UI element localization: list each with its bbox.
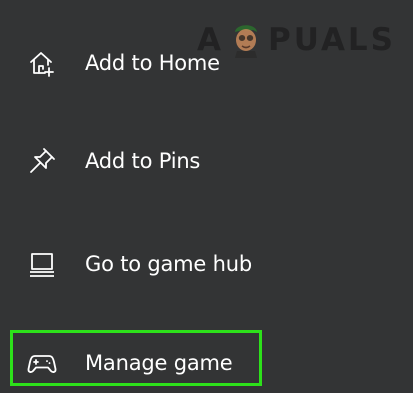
menu-item-add-to-pins[interactable]: Add to Pins xyxy=(0,131,413,191)
game-hub-icon xyxy=(26,248,58,280)
watermark-text-left: A xyxy=(197,22,224,58)
pin-icon xyxy=(26,145,58,177)
home-add-icon xyxy=(26,47,58,79)
menu-item-manage-game[interactable]: Manage game xyxy=(0,333,413,393)
mascot-icon xyxy=(226,18,266,58)
menu-item-label: Go to game hub xyxy=(85,252,252,276)
controller-icon xyxy=(26,347,58,379)
watermark-logo: A PUALS xyxy=(197,18,396,62)
watermark-text-right: PUALS xyxy=(268,22,397,58)
menu-item-label: Manage game xyxy=(85,351,233,375)
menu-item-go-to-game-hub[interactable]: Go to game hub xyxy=(0,234,413,294)
menu-item-label: Add to Pins xyxy=(85,149,201,173)
